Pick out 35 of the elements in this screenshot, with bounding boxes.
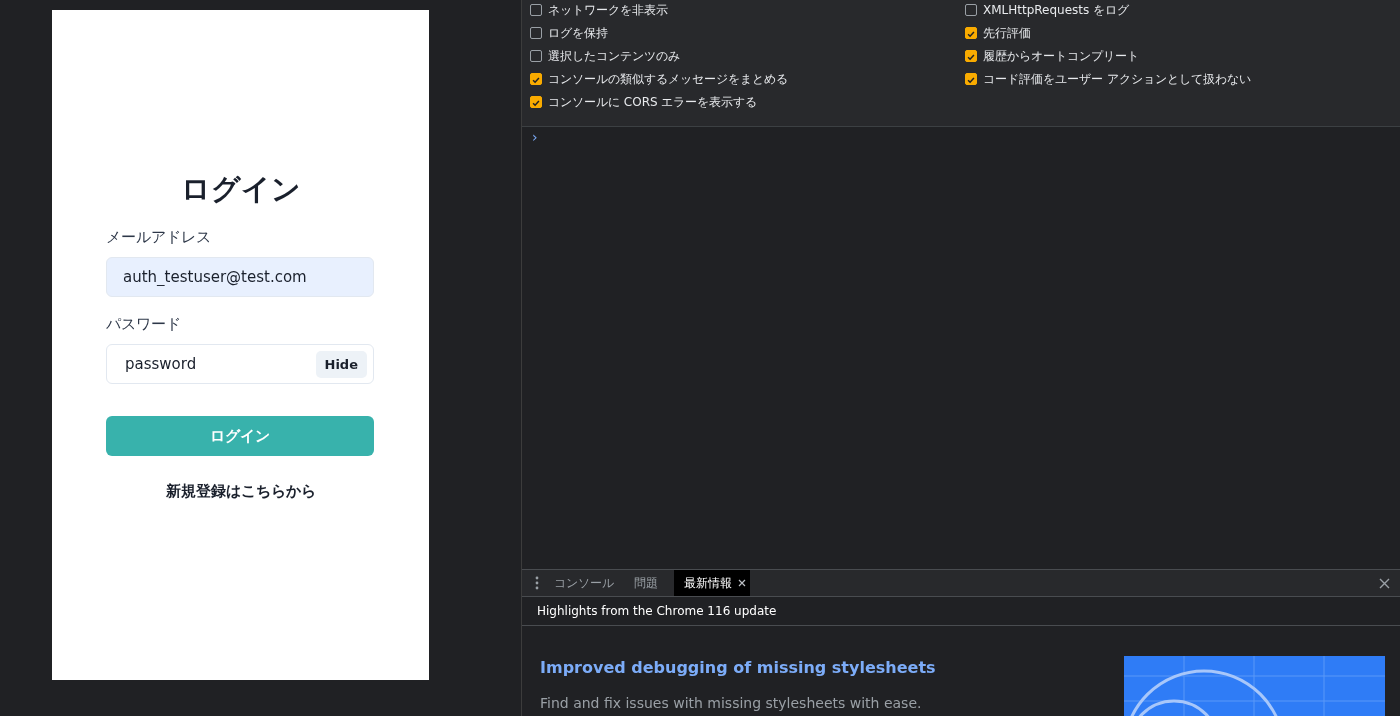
setting-label: コンソールの類似するメッセージをまとめる bbox=[548, 70, 788, 88]
hide-button[interactable]: Hide bbox=[315, 350, 367, 378]
setting-label: 履歴からオートコンプリート bbox=[983, 47, 1139, 65]
setting-label: 選択したコンテンツのみ bbox=[548, 47, 680, 65]
setting-label: 先行評価 bbox=[983, 24, 1031, 42]
setting-label: コンソールに CORS エラーを表示する bbox=[548, 93, 758, 111]
checkbox[interactable] bbox=[965, 4, 977, 16]
checkbox[interactable] bbox=[965, 27, 977, 39]
password-label: パスワード bbox=[106, 315, 182, 334]
setting-label: ネットワークを非表示 bbox=[548, 1, 668, 19]
email-field[interactable]: auth_testuser@test.com bbox=[106, 257, 374, 297]
setting-label: コード評価をユーザー アクションとして扱わない bbox=[983, 70, 1251, 88]
checkbox[interactable] bbox=[965, 50, 977, 62]
article-title[interactable]: Improved debugging of missing stylesheets bbox=[540, 658, 936, 677]
checkbox[interactable] bbox=[965, 73, 977, 85]
login-title: ログイン bbox=[179, 171, 302, 208]
email-label: メールアドレス bbox=[106, 228, 212, 247]
drawer-header: Highlights from the Chrome 116 update bbox=[522, 597, 1400, 626]
password-field[interactable]: password Hide bbox=[106, 344, 374, 384]
setting-label: ログを保持 bbox=[548, 24, 608, 42]
drawer-tab[interactable]: 問題 bbox=[624, 570, 668, 597]
drawer-tab[interactable]: 最新情報 bbox=[674, 570, 750, 597]
setting-label: XMLHttpRequests をログ bbox=[983, 1, 1130, 19]
checkbox[interactable] bbox=[530, 96, 542, 108]
checkbox[interactable] bbox=[530, 4, 542, 16]
close-icon[interactable] bbox=[738, 579, 746, 588]
article-text: Find and fix issues with missing stylesheets with ease. bbox=[540, 695, 923, 711]
more-menu-icon[interactable] bbox=[535, 576, 539, 591]
checkbox[interactable] bbox=[530, 73, 542, 85]
checkbox[interactable] bbox=[530, 50, 542, 62]
checkbox[interactable] bbox=[530, 27, 542, 39]
console-prompt[interactable]: › bbox=[532, 129, 538, 146]
close-icon[interactable] bbox=[1379, 577, 1390, 589]
register-link[interactable]: 新規登録はこちらから bbox=[165, 482, 316, 501]
drawer-tab[interactable]: コンソール bbox=[544, 570, 624, 597]
